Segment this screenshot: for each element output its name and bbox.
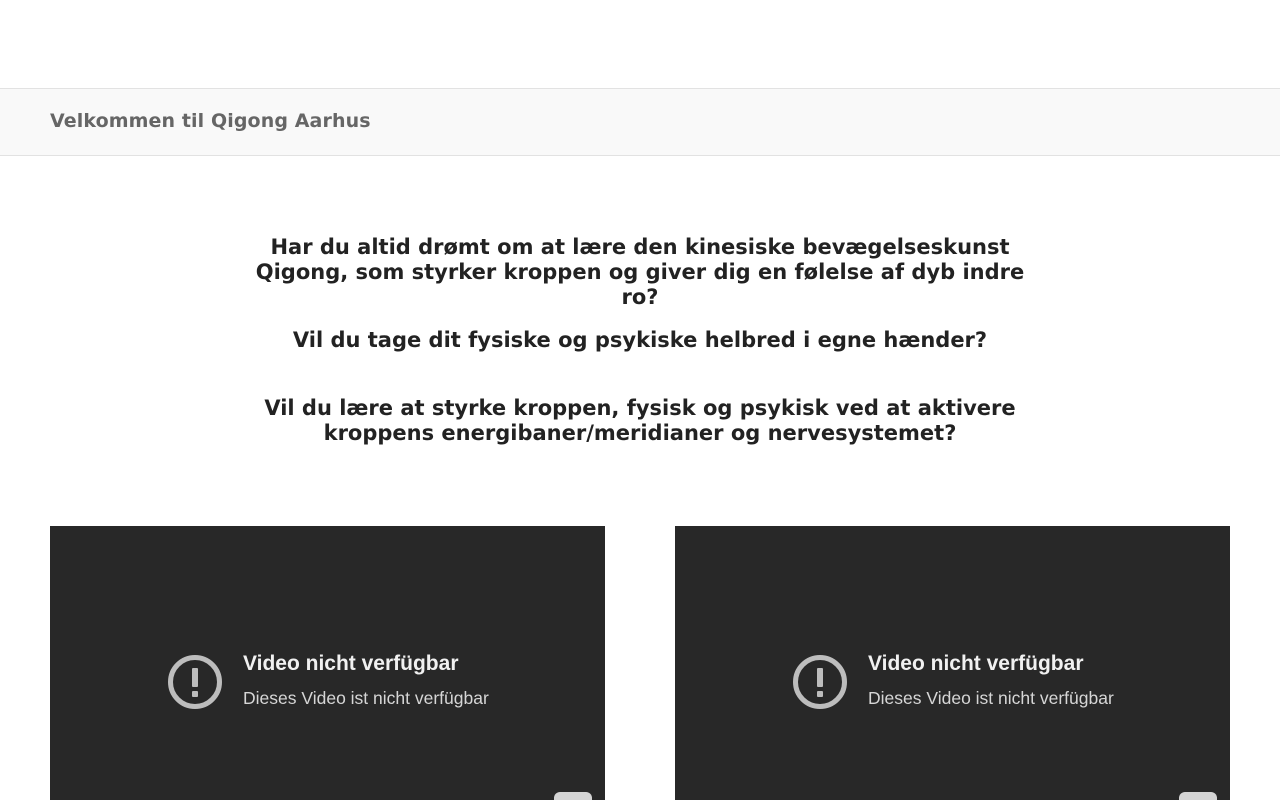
site-header [0,0,1280,89]
video-unavailable-heading: Video nicht verfügbar [868,652,1084,675]
intro-paragraph-dream: Har du altid drømt om at lære den kinesi… [255,235,1025,309]
player-control-button[interactable] [1179,792,1217,800]
video-player-2[interactable]: Video nicht verfügbar Dieses Video ist n… [675,526,1230,800]
page-title: Velkommen til Qigong Aarhus [50,110,371,132]
intro-paragraph-meridians: Vil du lære at styrke kroppen, fysisk og… [264,396,1016,445]
page-title-bar: Velkommen til Qigong Aarhus [0,89,1280,156]
video-unavailable-message: Dieses Video ist nicht verfügbar [243,688,489,708]
video-unavailable-message: Dieses Video ist nicht verfügbar [868,688,1114,708]
intro-paragraph-health: Vil du tage dit fysiske og psykiske helb… [292,328,988,352]
video-unavailable-heading: Video nicht verfügbar [243,652,459,675]
player-control-button[interactable] [554,792,592,800]
alert-circle-icon [168,655,222,709]
alert-circle-icon [793,655,847,709]
video-player-1[interactable]: Video nicht verfügbar Dieses Video ist n… [50,526,605,800]
